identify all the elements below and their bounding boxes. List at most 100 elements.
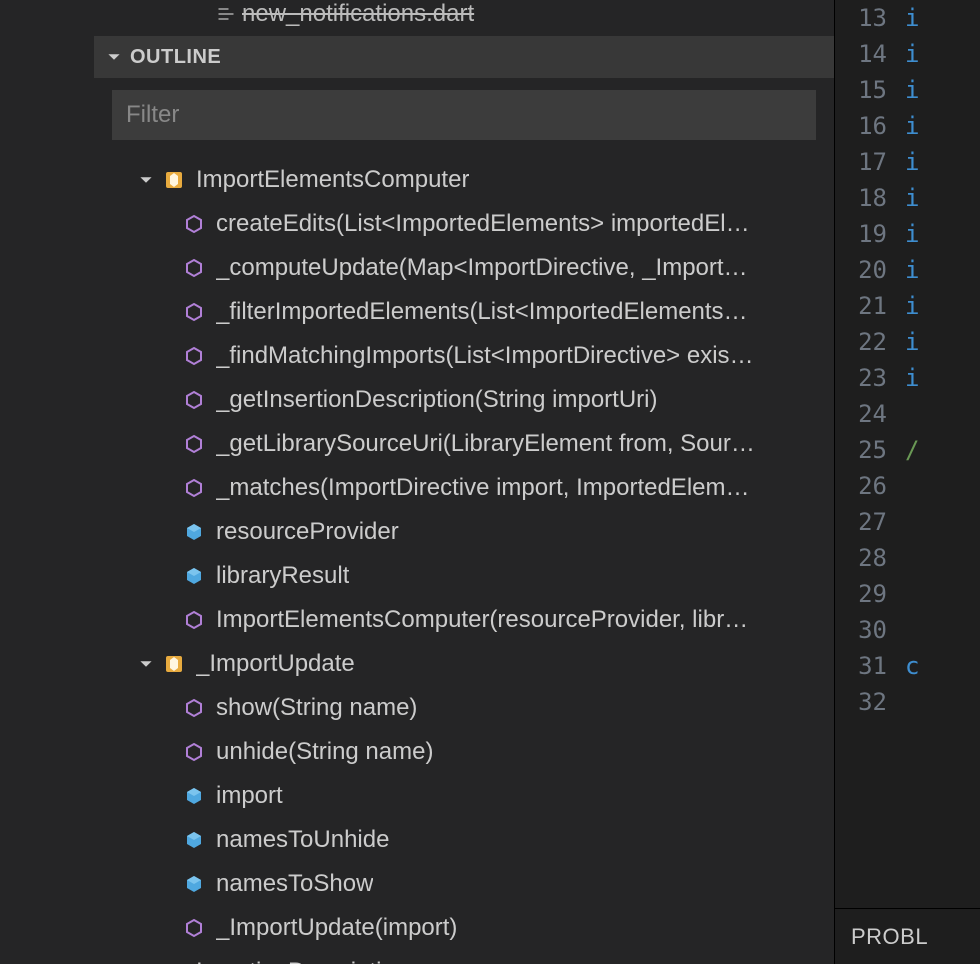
outline-tree[interactable]: ImportElementsComputer createEdits(List<I… <box>94 152 834 964</box>
member-label: _ImportUpdate(import) <box>216 914 457 942</box>
editor-line[interactable]: 25/ <box>835 432 980 468</box>
member-label: show(String name) <box>216 694 417 722</box>
editor-line[interactable]: 27 <box>835 504 980 540</box>
outline-member-row[interactable]: createEdits(List<ImportedElements> impor… <box>94 202 834 246</box>
field-icon <box>182 564 206 588</box>
member-label: _filterImportedElements(List<ImportedEle… <box>216 298 748 326</box>
editor-line[interactable]: 26 <box>835 468 980 504</box>
outline-member-row[interactable]: unhide(String name) <box>94 730 834 774</box>
method-icon <box>182 740 206 764</box>
outline-member-row[interactable]: _filterImportedElements(List<ImportedEle… <box>94 290 834 334</box>
class-name: InsertionDescription <box>196 958 408 964</box>
chevron-down-icon <box>136 170 156 190</box>
filter-input[interactable] <box>112 90 816 140</box>
field-icon <box>182 784 206 808</box>
file-icon <box>216 4 236 24</box>
outline-member-row[interactable]: namesToShow <box>94 862 834 906</box>
editor-line[interactable]: 32 <box>835 684 980 720</box>
code-fragment: i <box>905 256 919 284</box>
outline-member-row[interactable]: namesToUnhide <box>94 818 834 862</box>
member-label: ImportElementsComputer(resourceProvider,… <box>216 606 748 634</box>
editor-line[interactable]: 29 <box>835 576 980 612</box>
line-number: 18 <box>835 184 905 212</box>
editor-line[interactable]: 19i <box>835 216 980 252</box>
code-fragment: i <box>905 220 919 248</box>
outline-member-row[interactable]: _getLibrarySourceUri(LibraryElement from… <box>94 422 834 466</box>
class-icon <box>162 960 186 964</box>
editor-line[interactable]: 23i <box>835 360 980 396</box>
method-icon <box>182 916 206 940</box>
code-fragment: i <box>905 112 919 140</box>
method-icon <box>182 388 206 412</box>
line-number: 31 <box>835 652 905 680</box>
outline-member-row[interactable]: ImportElementsComputer(resourceProvider,… <box>94 598 834 642</box>
outline-sidebar: new_notifications.dart OUTLINE ImportEle… <box>94 0 834 964</box>
member-label: namesToShow <box>216 870 373 898</box>
outline-member-row[interactable]: _computeUpdate(Map<ImportDirective, _Imp… <box>94 246 834 290</box>
code-fragment: i <box>905 148 919 176</box>
outline-member-row[interactable]: show(String name) <box>94 686 834 730</box>
editor-line[interactable]: 17i <box>835 144 980 180</box>
member-label: _matches(ImportDirective import, Importe… <box>216 474 749 502</box>
outline-member-row[interactable]: resourceProvider <box>94 510 834 554</box>
problems-tab[interactable]: PROBL <box>851 924 928 950</box>
line-number: 27 <box>835 508 905 536</box>
outline-class-row[interactable]: InsertionDescription <box>94 950 834 964</box>
member-label: unhide(String name) <box>216 738 433 766</box>
editor-line[interactable]: 24 <box>835 396 980 432</box>
code-fragment: i <box>905 184 919 212</box>
method-icon <box>182 696 206 720</box>
editor-line[interactable]: 18i <box>835 180 980 216</box>
panel-tabs[interactable]: PROBL <box>835 908 980 964</box>
class-name: ImportElementsComputer <box>196 166 469 194</box>
member-label: _computeUpdate(Map<ImportDirective, _Imp… <box>216 254 748 282</box>
field-icon <box>182 872 206 896</box>
code-fragment: c <box>905 652 919 680</box>
left-margin <box>0 0 94 964</box>
method-icon <box>182 608 206 632</box>
class-icon <box>162 652 186 676</box>
line-number: 29 <box>835 580 905 608</box>
editor-line[interactable]: 13i <box>835 0 980 36</box>
editor-line[interactable]: 31c <box>835 648 980 684</box>
member-label: createEdits(List<ImportedElements> impor… <box>216 210 750 238</box>
outline-section-header[interactable]: OUTLINE <box>94 36 834 78</box>
line-number: 16 <box>835 112 905 140</box>
editor-line[interactable]: 20i <box>835 252 980 288</box>
explorer-file-row[interactable]: new_notifications.dart <box>94 0 834 28</box>
line-number: 22 <box>835 328 905 356</box>
editor-line[interactable]: 22i <box>835 324 980 360</box>
member-label: _getLibrarySourceUri(LibraryElement from… <box>216 430 755 458</box>
outline-member-row[interactable]: _findMatchingImports(List<ImportDirectiv… <box>94 334 834 378</box>
editor-line[interactable]: 16i <box>835 108 980 144</box>
line-number: 20 <box>835 256 905 284</box>
outline-member-row[interactable]: _matches(ImportDirective import, Importe… <box>94 466 834 510</box>
code-fragment: i <box>905 76 919 104</box>
line-number: 28 <box>835 544 905 572</box>
method-icon <box>182 476 206 500</box>
outline-member-row[interactable]: _ImportUpdate(import) <box>94 906 834 950</box>
section-title: OUTLINE <box>130 46 221 69</box>
outline-member-row[interactable]: import <box>94 774 834 818</box>
line-number: 23 <box>835 364 905 392</box>
method-icon <box>182 344 206 368</box>
outline-member-row[interactable]: libraryResult <box>94 554 834 598</box>
line-number: 30 <box>835 616 905 644</box>
editor-line[interactable]: 21i <box>835 288 980 324</box>
method-icon <box>182 212 206 236</box>
outline-member-row[interactable]: _getInsertionDescription(String importUr… <box>94 378 834 422</box>
editor-area: 13i14i15i16i17i18i19i20i21i22i23i2425/26… <box>834 0 980 964</box>
field-icon <box>182 828 206 852</box>
method-icon <box>182 256 206 280</box>
chevron-down-icon <box>106 49 122 65</box>
member-label: resourceProvider <box>216 518 399 546</box>
editor-line[interactable]: 28 <box>835 540 980 576</box>
code-fragment: i <box>905 292 919 320</box>
outline-class-row[interactable]: _ImportUpdate <box>94 642 834 686</box>
outline-class-row[interactable]: ImportElementsComputer <box>94 158 834 202</box>
editor-line[interactable]: 14i <box>835 36 980 72</box>
editor-line[interactable]: 30 <box>835 612 980 648</box>
class-name: _ImportUpdate <box>196 650 355 678</box>
editor-line[interactable]: 15i <box>835 72 980 108</box>
line-number: 21 <box>835 292 905 320</box>
